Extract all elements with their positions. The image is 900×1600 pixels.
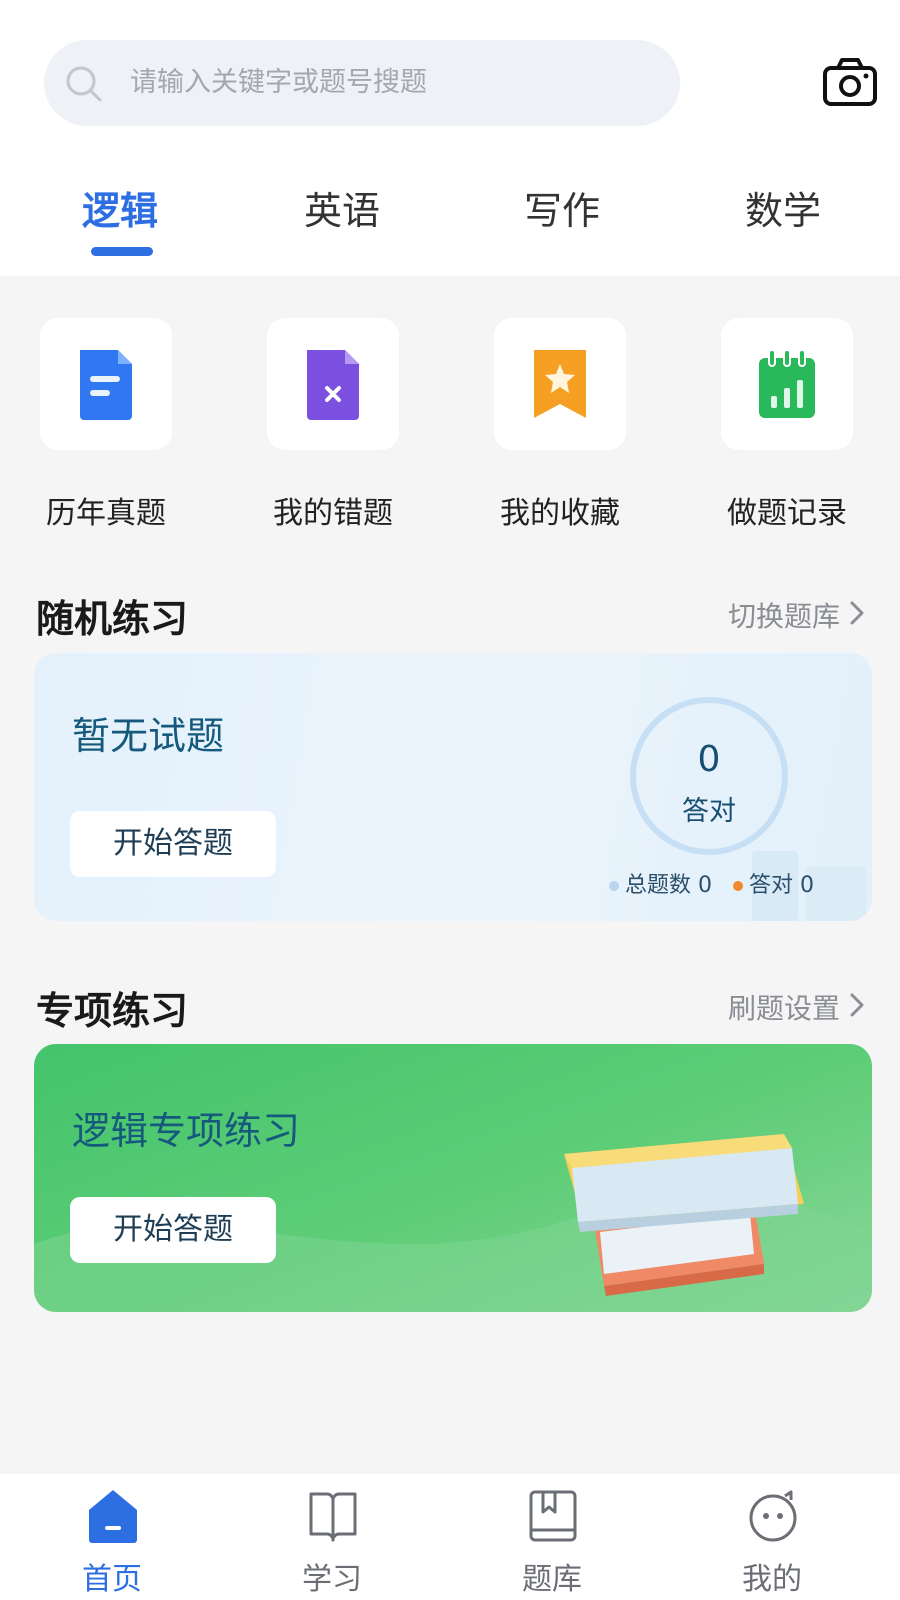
start-answer-button[interactable]: 开始答题 [70, 1197, 276, 1263]
camera-icon[interactable] [822, 56, 878, 108]
quick-icon-box [267, 318, 399, 450]
quick-label: 我的错题 [273, 496, 393, 531]
search-placeholder: 请输入关键字或题号搜题 [130, 67, 427, 98]
correct-ring: 0 答对 [630, 697, 788, 855]
random-practice-title: 随机练习 [36, 597, 189, 641]
special-practice-card: 逻辑专项练习 开始答题 [34, 1044, 872, 1312]
total-dot [609, 881, 619, 891]
home-icon [89, 1490, 137, 1543]
stats-correct-value: 0 [800, 873, 815, 898]
stats-total-label: 总题数 [625, 873, 692, 898]
active-tab-indicator [91, 247, 153, 256]
top-panel: 请输入关键字或题号搜题 逻辑 英语 写作 数学 [0, 0, 900, 276]
random-practice-card: 暂无试题 开始答题 0 答对 总题数 0 答对 0 [34, 653, 872, 921]
quick-icon-box [40, 318, 172, 450]
books-illustration [564, 1134, 804, 1296]
nav-question-bank[interactable]: 题库 [472, 1474, 632, 1600]
quick-label: 做题记录 [727, 496, 847, 531]
search-bar[interactable]: 请输入关键字或题号搜题 [44, 40, 680, 126]
nav-label: 学习 [302, 1562, 362, 1597]
nav-profile[interactable]: 我的 [692, 1474, 852, 1600]
correct-dot [733, 881, 744, 891]
quick-icon-box [721, 318, 853, 450]
chevron-right-icon[interactable] [848, 600, 866, 626]
special-practice-title: 专项练习 [36, 989, 189, 1033]
search-icon [66, 66, 102, 102]
nav-label: 我的 [742, 1562, 802, 1597]
start-answer-button[interactable]: 开始答题 [70, 811, 276, 877]
bookmark-star-icon [534, 350, 586, 418]
quick-label: 历年真题 [46, 496, 166, 531]
nav-label: 题库 [522, 1562, 582, 1597]
correct-label: 答对 [682, 796, 736, 827]
tab-math[interactable]: 数学 [703, 180, 863, 235]
practice-settings-link[interactable]: 刷题设置 [728, 987, 840, 1027]
nav-label: 首页 [82, 1562, 142, 1597]
quick-item-past-exams[interactable]: 历年真题 [0, 318, 232, 558]
quick-item-favorites[interactable]: 我的收藏 [454, 318, 686, 558]
nav-study[interactable]: 学习 [252, 1474, 412, 1600]
logic-special-practice-text: 逻辑专项练习 [72, 1109, 301, 1153]
quick-icon-box [494, 318, 626, 450]
quick-item-wrong-questions[interactable]: 我的错题 [227, 318, 459, 558]
profile-face-icon [749, 1490, 797, 1542]
question-bank-icon [529, 1490, 577, 1542]
nav-home[interactable]: 首页 [32, 1474, 192, 1600]
chevron-right-icon[interactable] [848, 992, 866, 1018]
document-icon [80, 350, 132, 420]
quick-item-records[interactable]: 做题记录 [681, 318, 900, 558]
stats-total-value: 0 [698, 873, 713, 898]
quick-label: 我的收藏 [500, 496, 620, 531]
correct-count: 0 [697, 739, 721, 780]
no-questions-text: 暂无试题 [72, 714, 225, 758]
stats-correct-label: 答对 [749, 873, 794, 898]
book-open-icon [309, 1492, 357, 1542]
calendar-chart-icon [759, 349, 815, 418]
tab-writing[interactable]: 写作 [482, 180, 642, 235]
tab-logic[interactable]: 逻辑 [40, 180, 200, 235]
switch-bank-link[interactable]: 切换题库 [728, 595, 840, 635]
wrong-file-icon [307, 350, 359, 420]
tab-english[interactable]: 英语 [262, 180, 422, 235]
stats-line: 总题数 0 答对 0 [609, 867, 814, 899]
bottom-nav: 首页 学习 题库 我的 [0, 1474, 900, 1600]
